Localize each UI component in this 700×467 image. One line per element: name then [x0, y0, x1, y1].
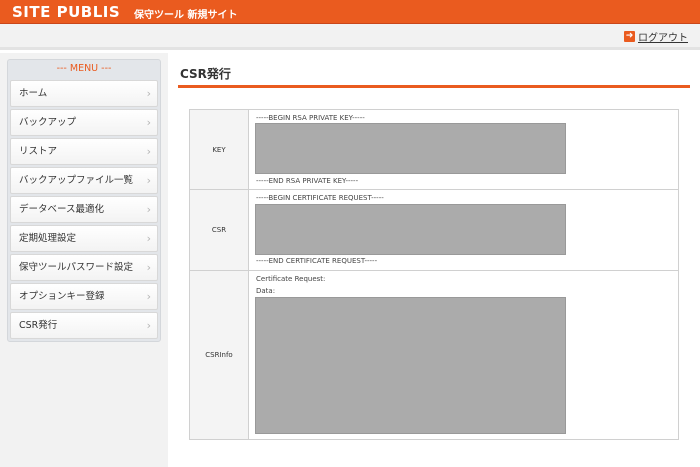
header-subtitle: 保守ツール 新規サイト — [134, 10, 238, 21]
chevron-right-icon: › — [146, 145, 151, 158]
csrinfo-line1: Certificate Request: — [256, 275, 326, 283]
csr-row: CSR -----BEGIN CERTIFICATE REQUEST----- … — [190, 190, 678, 271]
csrinfo-row: CSRInfo Certificate Request: Data: — [190, 271, 678, 439]
sidebar-item-label: バックアップファイル一覧 — [19, 175, 134, 186]
sidebar-item-label: バックアップ — [19, 117, 77, 128]
chevron-right-icon: › — [146, 174, 151, 187]
sidebar-item-label: データベース最適化 — [19, 204, 105, 215]
csr-begin-text: -----BEGIN CERTIFICATE REQUEST----- — [256, 194, 384, 202]
csrinfo-label: CSRInfo — [190, 271, 249, 439]
csrinfo-textarea[interactable] — [255, 297, 566, 434]
site-publis-logo[interactable]: SITE PUBLIS — [12, 3, 120, 21]
chevron-right-icon: › — [146, 203, 151, 216]
sidebar-item-backup[interactable]: バックアップ › — [10, 109, 158, 136]
sidebar-item-db-optimize[interactable]: データベース最適化 › — [10, 196, 158, 223]
sidebar-item-backup-list[interactable]: バックアップファイル一覧 › — [10, 167, 158, 194]
sidebar-item-label: リストア — [19, 146, 58, 157]
sidebar-menu: --- MENU --- ホーム › バックアップ › リストア › バックアップファ… — [7, 59, 161, 342]
top-bar: ➜ ログアウト — [0, 24, 700, 50]
key-row: KEY -----BEGIN RSA PRIVATE KEY----- ----… — [190, 110, 678, 190]
sidebar-item-label: オプションキー登録 — [19, 291, 105, 302]
chevron-right-icon: › — [146, 319, 151, 332]
logout-label[interactable]: ログアウト — [638, 29, 688, 44]
sidebar-item-csr[interactable]: CSR発行 › — [10, 312, 158, 339]
csr-form-table: KEY -----BEGIN RSA PRIVATE KEY----- ----… — [189, 109, 679, 440]
chevron-right-icon: › — [146, 261, 151, 274]
csr-end-text: -----END CERTIFICATE REQUEST----- — [256, 257, 378, 265]
key-label: KEY — [190, 110, 249, 189]
app-header: SITE PUBLIS 保守ツール 新規サイト — [0, 0, 700, 24]
sidebar-item-label: 定期処理設定 — [19, 233, 77, 244]
chevron-right-icon: › — [146, 116, 151, 129]
sidebar-item-restore[interactable]: リストア › — [10, 138, 158, 165]
key-end-text: -----END RSA PRIVATE KEY----- — [256, 177, 359, 185]
logout-link[interactable]: ➜ ログアウト — [624, 29, 688, 44]
sidebar-item-label: ホーム — [19, 88, 48, 99]
sidebar-item-option-key[interactable]: オプションキー登録 › — [10, 283, 158, 310]
key-begin-text: -----BEGIN RSA PRIVATE KEY----- — [256, 114, 365, 122]
chevron-right-icon: › — [146, 87, 151, 100]
csr-label: CSR — [190, 190, 249, 270]
sidebar-item-label: CSR発行 — [19, 320, 58, 331]
chevron-right-icon: › — [146, 290, 151, 303]
logout-icon: ➜ — [624, 31, 635, 42]
sidebar-item-scheduled[interactable]: 定期処理設定 › — [10, 225, 158, 252]
sidebar-item-label: 保守ツールパスワード設定 — [19, 262, 134, 273]
sidebar-item-password[interactable]: 保守ツールパスワード設定 › — [10, 254, 158, 281]
csrinfo-line2: Data: — [256, 287, 276, 295]
csr-textarea[interactable] — [255, 204, 566, 255]
menu-title: --- MENU --- — [56, 63, 112, 74]
title-underline — [178, 85, 690, 88]
chevron-right-icon: › — [146, 232, 151, 245]
sidebar-item-home[interactable]: ホーム › — [10, 80, 158, 107]
key-textarea[interactable] — [255, 123, 566, 174]
page-title: CSR発行 — [180, 67, 231, 81]
